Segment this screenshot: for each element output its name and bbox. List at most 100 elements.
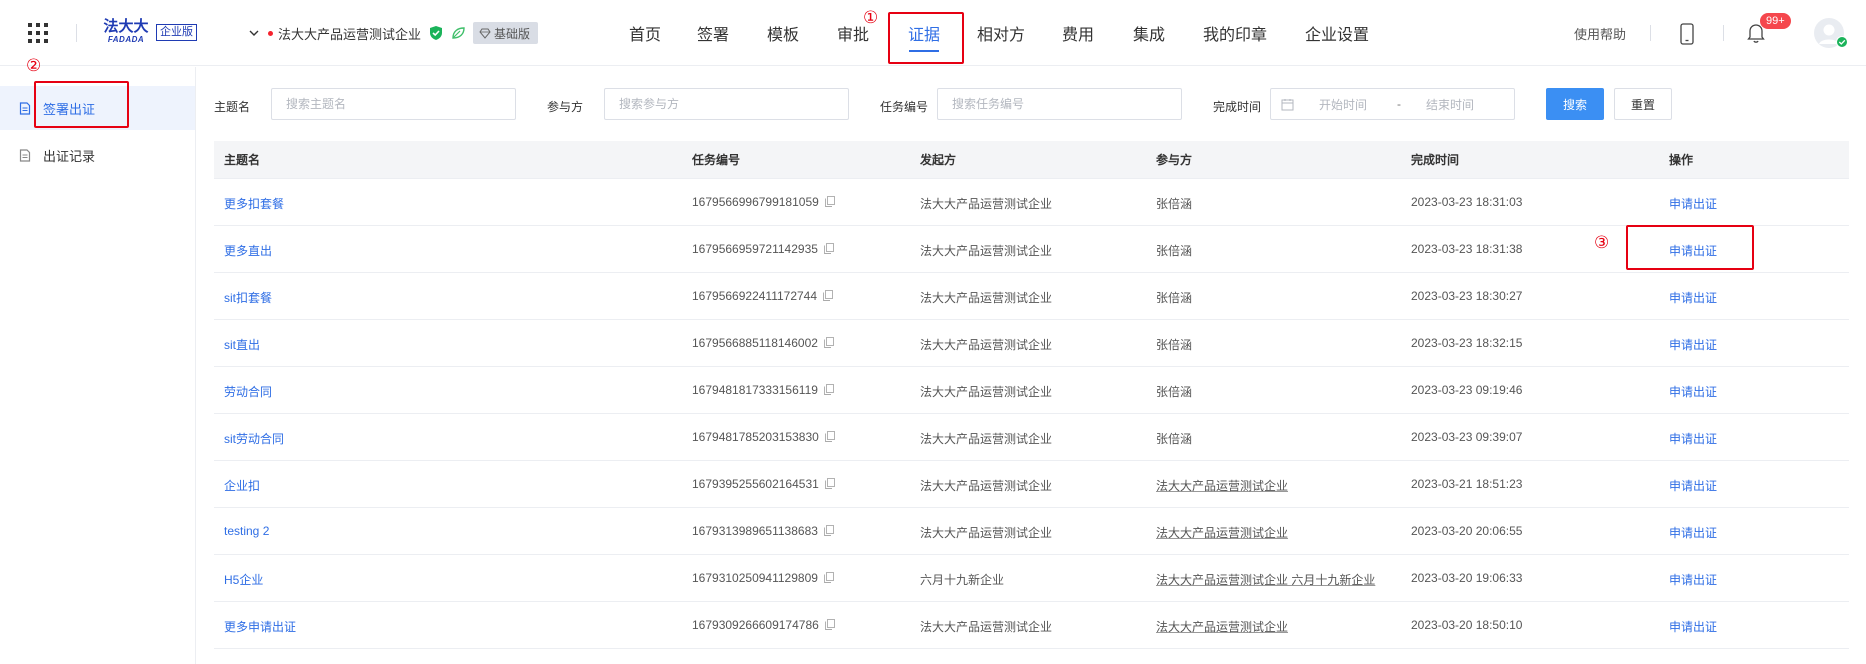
sidebar-item-sign-evidence[interactable]: 签署出证 xyxy=(0,86,195,130)
search-button[interactable]: 搜索 xyxy=(1546,88,1604,120)
completion-date-range[interactable]: 开始时间 - 结束时间 xyxy=(1270,88,1515,120)
reset-button[interactable]: 重置 xyxy=(1614,88,1672,120)
nav-my-seals[interactable]: 我的印章 xyxy=(1184,0,1286,66)
apply-evidence-link[interactable]: 申请出证 xyxy=(1669,571,1717,588)
subject-link[interactable]: sit劳动合同 xyxy=(224,430,284,447)
verified-check-icon xyxy=(1836,36,1848,48)
task-id-cell: 1679566885118146002 xyxy=(692,336,834,350)
company-switcher[interactable]: 法大大产品运营测试企业 基础版 xyxy=(248,22,539,44)
sidebar-item-evidence-records[interactable]: 出证记录 xyxy=(0,133,195,177)
subject-link[interactable]: sit扣套餐 xyxy=(224,289,272,306)
initiator-cell: 法大大产品运营测试企业 xyxy=(920,620,1053,634)
copy-icon[interactable] xyxy=(823,572,834,583)
task-id-cell: 1679566996799181059 xyxy=(692,195,835,209)
participant-cell: 法大大产品运营测试企业 xyxy=(1156,479,1289,493)
nav-enterprise-settings[interactable]: 企业设置 xyxy=(1286,0,1388,66)
apply-evidence-link[interactable]: 申请出证 xyxy=(1669,524,1717,541)
copy-icon[interactable] xyxy=(823,290,833,301)
nav-sign[interactable]: 签署 xyxy=(678,0,748,66)
nav-template[interactable]: 模板 xyxy=(748,0,818,66)
header-divider xyxy=(1723,25,1724,41)
table-row: sit扣套餐 1679566922411172744 法大大产品运营测试企业 张倍涵 2… xyxy=(214,273,1849,320)
subject-link[interactable]: H5企业 xyxy=(224,571,263,588)
completion-time-cell: 2023-03-23 09:19:46 xyxy=(1411,383,1523,397)
copy-icon[interactable] xyxy=(823,384,834,395)
mobile-phone-icon[interactable] xyxy=(1679,23,1695,45)
subject-link[interactable]: 更多申请出证 xyxy=(224,618,296,635)
copy-icon[interactable] xyxy=(823,243,834,254)
chevron-down-icon xyxy=(249,30,259,36)
apply-evidence-link[interactable]: 申请出证 xyxy=(1669,618,1717,635)
apply-evidence-link[interactable]: 申请出证 xyxy=(1669,289,1717,306)
subject-link[interactable]: 更多扣套餐 xyxy=(224,195,284,212)
apply-evidence-link[interactable]: 申请出证 xyxy=(1669,336,1717,353)
task-id-cell: 1679309266609174786 xyxy=(692,618,835,632)
column-header-participant: 参与方 xyxy=(1156,153,1193,167)
start-date-input[interactable]: 开始时间 xyxy=(1319,96,1367,113)
task-id-text: 1679566996799181059 xyxy=(692,195,819,209)
completion-time-cell: 2023-03-20 20:06:55 xyxy=(1411,524,1523,538)
date-range-separator: - xyxy=(1397,97,1402,111)
company-name: 法大大产品运营测试企业 xyxy=(278,26,422,42)
task-id-text: 1679310250941129809 xyxy=(692,571,818,585)
task-id-search-input[interactable] xyxy=(937,88,1182,120)
nav-label: 签署 xyxy=(696,27,729,44)
apply-evidence-link[interactable]: 申请出证 xyxy=(1669,242,1717,259)
nav-home[interactable]: 首页 xyxy=(612,0,678,66)
copy-icon[interactable] xyxy=(824,431,835,442)
nav-counterparty[interactable]: 相对方 xyxy=(960,0,1042,66)
column-header-subject: 主题名 xyxy=(224,153,261,167)
edition-tag: 企业版 xyxy=(156,24,197,41)
nav-label: 我的印章 xyxy=(1202,27,1267,44)
sidebar: 签署出证 出证记录 xyxy=(0,67,196,664)
nav-label: 集成 xyxy=(1132,27,1165,44)
subject-link[interactable]: 更多直出 xyxy=(224,242,272,259)
subject-link[interactable]: 劳动合同 xyxy=(224,383,272,400)
subject-link[interactable]: sit直出 xyxy=(224,336,260,353)
filter-label-participant: 参与方 xyxy=(547,100,584,114)
copy-icon[interactable] xyxy=(824,619,835,630)
copy-icon[interactable] xyxy=(823,525,834,536)
copy-icon[interactable] xyxy=(824,196,835,207)
calendar-icon xyxy=(1281,98,1294,110)
filter-label-task-id: 任务编号 xyxy=(880,100,929,114)
initiator-cell: 法大大产品运营测试企业 xyxy=(920,338,1053,352)
apply-evidence-link[interactable]: 申请出证 xyxy=(1669,383,1717,400)
top-header: 法大大 FADADA 企业版 法大大产品运营测试企业 基础版 首页 签署 模板 … xyxy=(0,0,1866,66)
sidebar-item-label: 签署出证 xyxy=(43,101,96,117)
plan-label: 基础版 xyxy=(494,26,531,41)
record-icon xyxy=(19,148,31,162)
participant-cell: 张倍涵 xyxy=(1156,197,1193,211)
participant-cell: 张倍涵 xyxy=(1156,291,1193,305)
end-date-input[interactable]: 结束时间 xyxy=(1426,96,1474,113)
subject-link[interactable]: 企业扣 xyxy=(224,477,260,494)
participant-cell: 张倍涵 xyxy=(1156,338,1193,352)
subject-search-input[interactable] xyxy=(271,88,516,120)
copy-icon[interactable] xyxy=(823,337,834,348)
copy-icon[interactable] xyxy=(824,478,835,489)
table-row: sit直出 1679566885118146002 法大大产品运营测试企业 张倍涵 20… xyxy=(214,320,1849,367)
nav-evidence[interactable]: 证据 xyxy=(888,0,960,66)
column-header-completion-time: 完成时间 xyxy=(1411,153,1460,167)
nav-label: 首页 xyxy=(628,27,661,44)
table-row: 更多扣套餐 1679566996799181059 法大大产品运营测试企业 张倍涵 20… xyxy=(214,179,1849,226)
completion-time-cell: 2023-03-21 18:51:23 xyxy=(1411,477,1523,491)
participant-cell: 法大大产品运营测试企业 六月十九新企业 xyxy=(1156,573,1376,587)
participant-search-input[interactable] xyxy=(604,88,849,120)
task-id-cell: 1679566922411172744 xyxy=(692,289,833,303)
apply-evidence-link[interactable]: 申请出证 xyxy=(1669,477,1717,494)
completion-time-cell: 2023-03-23 18:31:03 xyxy=(1411,195,1523,209)
task-id-text: 1679566922411172744 xyxy=(692,289,818,303)
apply-evidence-link[interactable]: 申请出证 xyxy=(1669,195,1717,212)
initiator-cell: 六月十九新企业 xyxy=(920,573,1005,587)
nav-fees[interactable]: 费用 xyxy=(1042,0,1114,66)
nav-integration[interactable]: 集成 xyxy=(1114,0,1184,66)
help-link[interactable]: 使用帮助 xyxy=(1574,24,1626,43)
document-icon xyxy=(19,101,31,115)
logo-en-text: FADADA xyxy=(107,35,145,44)
column-header-initiator: 发起方 xyxy=(920,153,957,167)
apply-evidence-link[interactable]: 申请出证 xyxy=(1669,430,1717,447)
table-row: testing 2 1679313989651138683 法大大产品运营测试企业 法… xyxy=(214,508,1849,555)
subject-link[interactable]: testing 2 xyxy=(224,524,269,538)
app-grid-icon[interactable] xyxy=(27,22,49,44)
